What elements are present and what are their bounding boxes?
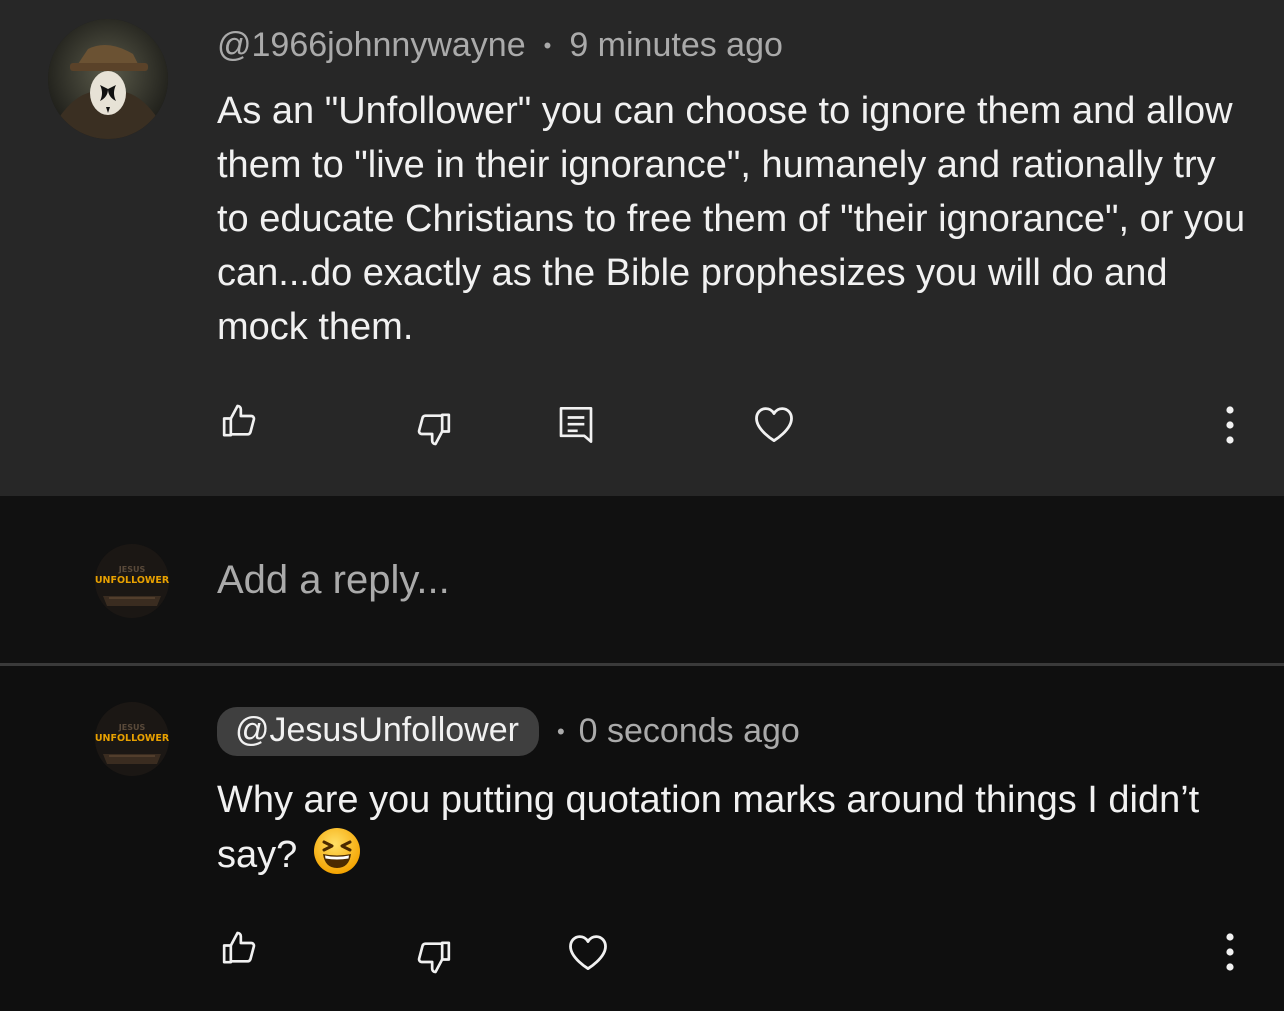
thumbs-up-icon[interactable] <box>219 927 261 969</box>
my-avatar: JESUS UNFOLLOWER <box>95 544 169 618</box>
comment-author[interactable]: @1966johnnywayne <box>217 26 526 65</box>
svg-text:UNFOLLOWER: UNFOLLOWER <box>95 575 169 586</box>
more-vert-icon[interactable] <box>1216 930 1244 974</box>
svg-text:UNFOLLOWER: UNFOLLOWER <box>95 733 169 744</box>
more-vert-icon[interactable] <box>1216 403 1244 447</box>
reply-text: Why are you putting quotation marks arou… <box>217 779 1200 876</box>
reply-text-block: Why are you putting quotation marks arou… <box>217 773 1257 882</box>
reply-icon[interactable] <box>555 404 597 446</box>
reply-author-avatar[interactable]: JESUS UNFOLLOWER <box>95 702 169 776</box>
comment-meta: @1966johnnywayne • 9 minutes ago <box>217 26 783 65</box>
heart-icon[interactable] <box>752 402 796 446</box>
svg-text:JESUS: JESUS <box>118 723 146 732</box>
meta-separator: • <box>543 32 552 58</box>
reply-meta: @JesusUnfollower • 0 seconds ago <box>217 707 800 756</box>
jesus-unfollower-logo-icon: JESUS UNFOLLOWER <box>95 544 169 618</box>
thumbs-down-icon[interactable] <box>412 936 454 978</box>
add-reply-input[interactable] <box>217 558 1117 603</box>
grinning-squinting-face-icon <box>313 827 361 875</box>
commenter-avatar[interactable] <box>48 19 168 139</box>
comment-text: As an "Unfollower" you can choose to ign… <box>217 90 1246 348</box>
divider <box>0 663 1284 666</box>
meta-separator: • <box>556 718 565 744</box>
svg-text:JESUS: JESUS <box>118 565 146 574</box>
comment-time: 9 minutes ago <box>569 26 783 64</box>
reply-author-chip[interactable]: @JesusUnfollower <box>217 707 539 756</box>
heart-icon[interactable] <box>566 930 610 974</box>
thumbs-down-icon[interactable] <box>412 408 454 450</box>
reply-time: 0 seconds ago <box>578 712 800 750</box>
jesus-unfollower-logo-icon: JESUS UNFOLLOWER <box>95 702 169 776</box>
thumbs-up-icon[interactable] <box>219 400 261 442</box>
watchmen-avatar-icon <box>48 19 168 139</box>
